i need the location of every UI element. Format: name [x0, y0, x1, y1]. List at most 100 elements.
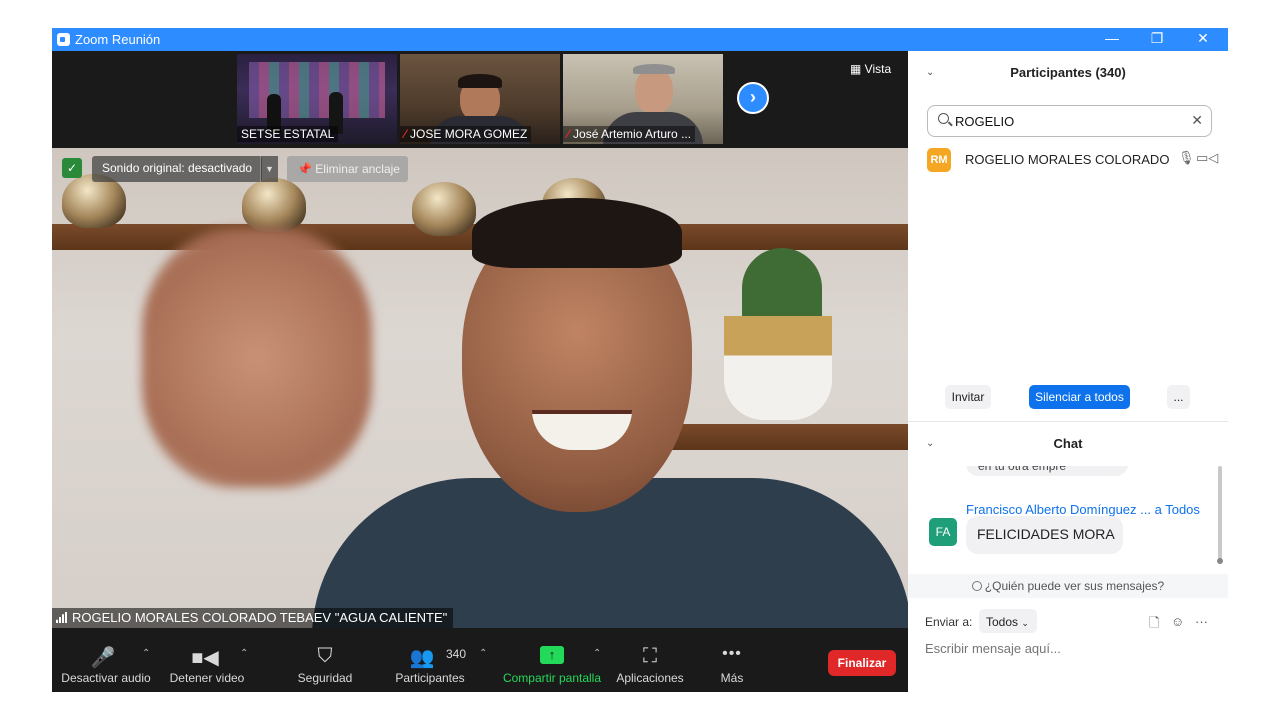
- avatar: FA: [929, 518, 957, 546]
- thumbnail-strip: SETSE ESTATAL ⁄ JOSE MORA GOMEZ ⁄ José Art…: [52, 51, 908, 148]
- view-label: Vista: [864, 62, 892, 76]
- participants-count: 340: [446, 647, 467, 661]
- chat-scrollbar[interactable]: [1218, 466, 1222, 564]
- participant-list-item[interactable]: RM ROGELIO MORALES COLORADO ... 🎙 ▭◁: [908, 146, 1228, 174]
- people-icon: 👥: [409, 647, 435, 669]
- thumbnail-video[interactable]: ⁄ JOSE MORA GOMEZ: [400, 54, 560, 144]
- chevron-up-icon[interactable]: ⌃: [593, 648, 601, 659]
- send-to-value: Todos: [986, 615, 1019, 629]
- unpin-button[interactable]: 📌 Eliminar anclaje: [287, 156, 408, 182]
- view-button[interactable]: ▦ Vista: [850, 62, 891, 76]
- participants-button[interactable]: 👥 340 Participantes: [390, 628, 470, 692]
- more-dots-icon: •••: [722, 645, 742, 662]
- chat-message-input[interactable]: [925, 637, 1215, 659]
- send-to-row: Enviar a: Todos ⌄ 🗋 ☺ ···: [908, 606, 1228, 634]
- thumbnail-name: ⁄ JOSE MORA GOMEZ: [400, 126, 532, 142]
- minimize-button[interactable]: —: [1089, 28, 1135, 51]
- share-screen-label: Compartir pantalla: [502, 671, 602, 685]
- apps-button[interactable]: ⛶ Aplicaciones: [612, 628, 688, 692]
- chevron-down-icon: ⌄: [1021, 618, 1029, 628]
- who-can-see-label: ¿Quién puede ver sus mensajes?: [984, 579, 1165, 593]
- thumbnail-name: SETSE ESTATAL: [237, 126, 339, 142]
- thumbnail-video[interactable]: ⁄ José Artemio Arturo ...: [563, 54, 723, 144]
- chat-header: ⌄ Chat: [908, 422, 1228, 466]
- end-meeting-button[interactable]: Finalizar: [828, 650, 896, 676]
- emoji-icon[interactable]: ☺: [1171, 614, 1184, 629]
- sender-name[interactable]: Francisco Alberto Domínguez ...: [966, 502, 1151, 517]
- invite-button[interactable]: Invitar: [945, 385, 991, 409]
- shield-icon[interactable]: ✓: [62, 158, 82, 178]
- pin-icon: 📌: [297, 162, 316, 176]
- window-title: Zoom Reunión: [75, 32, 161, 47]
- more-button[interactable]: ••• Más: [708, 628, 756, 692]
- unpin-label: Eliminar anclaje: [315, 162, 400, 176]
- decor-bell: [62, 174, 126, 228]
- chat-title: Chat: [1053, 436, 1083, 451]
- person-icon: [971, 581, 982, 591]
- chat-message-bubble: en tu otra empre: [966, 466, 1128, 476]
- muted-mic-icon: ⁄: [404, 127, 407, 141]
- title-bar: Zoom Reunión — ❐ ✕: [52, 28, 1228, 51]
- restore-button[interactable]: ❐: [1134, 28, 1180, 51]
- waving-hand: [142, 228, 372, 488]
- video-camera-icon[interactable]: ▭◁: [1196, 150, 1218, 166]
- wall-shelf: [652, 424, 908, 450]
- participants-header: ⌄ Participantes (340): [908, 51, 1228, 95]
- chevron-up-icon[interactable]: ⌃: [240, 648, 248, 659]
- participant-search[interactable]: ✕: [927, 105, 1212, 137]
- thumbnail-video[interactable]: SETSE ESTATAL: [237, 54, 397, 144]
- apps-icon: ⛶: [643, 645, 657, 667]
- chevron-up-icon[interactable]: ⌃: [142, 648, 150, 659]
- grid-icon: ▦: [850, 62, 865, 76]
- thumbnail-name: ⁄ José Artemio Arturo ...: [563, 126, 696, 142]
- mute-audio-label: Desactivar audio: [61, 671, 151, 685]
- microphone-icon[interactable]: 🎙: [1178, 150, 1195, 166]
- chevron-right-icon: ›: [750, 87, 756, 107]
- who-can-see-link[interactable]: ¿Quién puede ver sus mensajes?: [908, 574, 1228, 598]
- original-sound-toggle[interactable]: Sonido original: desactivado: [92, 156, 263, 182]
- zoom-logo-icon: [57, 33, 70, 46]
- scrollbar-handle[interactable]: [1217, 558, 1223, 564]
- search-icon: [938, 113, 949, 124]
- stop-video-label: Detener video: [169, 671, 245, 685]
- speaker-name: ROGELIO MORALES COLORADO TEBAEV "AGUA CA…: [72, 610, 448, 625]
- side-panel: ⌄ Participantes (340) ✕ RM ROGELIO MORAL…: [908, 51, 1228, 692]
- share-screen-button[interactable]: ↑ Compartir pantalla: [498, 628, 606, 692]
- plant-pot: [724, 316, 832, 420]
- security-label: Seguridad: [297, 671, 353, 685]
- file-icon[interactable]: 🗋: [1149, 614, 1159, 636]
- security-button[interactable]: ⛉ Seguridad: [290, 628, 360, 692]
- more-dots-icon[interactable]: ···: [1195, 614, 1208, 629]
- decor-bell: [412, 182, 476, 236]
- meeting-toolbar: 🎤 Desactivar audio ⌃ ■◀ Detener video ⌃ …: [52, 628, 908, 692]
- video-camera-icon: ■◀: [191, 647, 219, 669]
- thumbnail-name-text: JOSE MORA GOMEZ: [410, 127, 528, 141]
- decor-bell: [242, 178, 306, 232]
- mute-all-button[interactable]: Silenciar a todos: [1029, 385, 1130, 409]
- main-speaker-video: ✓ Sonido original: desactivado ▼ 📌 Elimi…: [52, 148, 908, 628]
- chevron-up-icon[interactable]: ⌃: [479, 648, 487, 659]
- send-to-select[interactable]: Todos ⌄: [979, 609, 1037, 633]
- share-arrow-icon: ↑: [540, 646, 564, 664]
- participants-more-button[interactable]: ...: [1167, 385, 1190, 409]
- close-icon[interactable]: ✕: [1191, 112, 1203, 129]
- video-area: SETSE ESTATAL ⁄ JOSE MORA GOMEZ ⁄ José Art…: [52, 51, 908, 692]
- chat-messages[interactable]: en tu otra empre Francisco Alberto Domín…: [908, 466, 1228, 574]
- participants-label: Participantes: [395, 671, 465, 685]
- apps-label: Aplicaciones: [616, 671, 684, 685]
- shield-icon: ⛉: [317, 645, 333, 667]
- participants-title: Participantes (340): [1010, 65, 1126, 80]
- next-page-button[interactable]: ›: [737, 82, 769, 114]
- avatar: RM: [927, 148, 951, 172]
- close-button[interactable]: ✕: [1180, 28, 1226, 51]
- person-hair: [472, 198, 682, 268]
- stop-video-button[interactable]: ■◀ Detener video: [166, 628, 248, 692]
- signal-strength-icon: [56, 612, 68, 623]
- chevron-down-icon[interactable]: ▼: [260, 156, 278, 182]
- message-sender: Francisco Alberto Domínguez ... a Todos: [966, 502, 1200, 517]
- participant-name: ROGELIO MORALES COLORADO ...: [965, 152, 1170, 167]
- mute-audio-button[interactable]: 🎤 Desactivar audio: [58, 628, 154, 692]
- microphone-icon: 🎤: [90, 647, 116, 669]
- muted-mic-icon: ⁄: [567, 127, 570, 141]
- search-input[interactable]: [955, 110, 1185, 132]
